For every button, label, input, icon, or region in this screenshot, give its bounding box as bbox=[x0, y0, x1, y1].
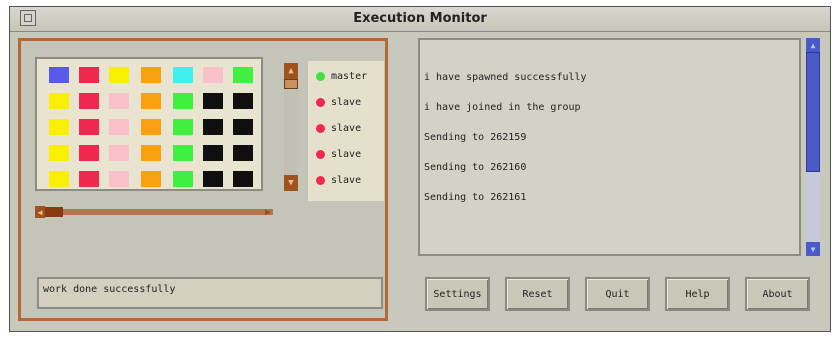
process-cell-black[interactable] bbox=[233, 145, 253, 161]
arrow-up-icon[interactable]: ▲ bbox=[284, 63, 298, 79]
process-cell-red[interactable] bbox=[79, 145, 99, 161]
status-message: work done successfully bbox=[37, 277, 383, 309]
process-cell-green[interactable] bbox=[173, 93, 193, 109]
log-line: i have joined in the group bbox=[424, 102, 581, 113]
status-dot-icon bbox=[316, 175, 325, 185]
grid-vertical-scrollbar[interactable]: ▲ ▼ bbox=[284, 63, 298, 191]
status-dot-icon bbox=[316, 149, 325, 159]
process-legend: master slave slave slave slave bbox=[308, 61, 384, 201]
legend-label: slave bbox=[331, 122, 362, 134]
process-cell-red[interactable] bbox=[79, 119, 99, 135]
grid-horizontal-scrollbar[interactable]: ◀ ▶ bbox=[35, 206, 273, 218]
process-cell-pink[interactable] bbox=[109, 145, 129, 161]
process-cell-pink[interactable] bbox=[109, 93, 129, 109]
process-cell-orange[interactable] bbox=[141, 119, 161, 135]
legend-label: slave bbox=[331, 96, 362, 108]
scroll-thumb[interactable] bbox=[45, 207, 63, 217]
arrow-right-icon[interactable]: ▶ bbox=[263, 206, 273, 218]
legend-item: slave bbox=[316, 173, 361, 187]
legend-item: slave bbox=[316, 121, 361, 135]
process-cell-green[interactable] bbox=[173, 145, 193, 161]
arrow-up-icon[interactable]: ▲ bbox=[806, 38, 820, 52]
help-button[interactable]: Help bbox=[665, 277, 730, 311]
quit-button[interactable]: Quit bbox=[585, 277, 650, 311]
scroll-thumb[interactable] bbox=[284, 79, 298, 89]
process-color-grid bbox=[35, 57, 263, 191]
legend-label: master bbox=[331, 70, 368, 82]
log-line: Sending to 262161 bbox=[424, 192, 527, 203]
process-cell-black[interactable] bbox=[203, 145, 223, 161]
process-cell-cyan[interactable] bbox=[173, 67, 193, 83]
log-vertical-scrollbar[interactable]: ▲ ▼ bbox=[806, 38, 820, 256]
window-title: Execution Monitor bbox=[353, 11, 487, 26]
process-cell-black[interactable] bbox=[233, 171, 253, 187]
status-dot-icon bbox=[316, 123, 325, 133]
process-cell-pink[interactable] bbox=[109, 171, 129, 187]
process-cell-red[interactable] bbox=[79, 171, 99, 187]
process-cell-orange[interactable] bbox=[141, 171, 161, 187]
scroll-thumb[interactable] bbox=[806, 52, 820, 172]
process-cell-yellow[interactable] bbox=[49, 119, 69, 135]
process-cell-black[interactable] bbox=[203, 171, 223, 187]
log-line: Sending to 262159 bbox=[424, 132, 527, 143]
title-bar[interactable]: Execution Monitor bbox=[10, 7, 830, 32]
process-cell-black[interactable] bbox=[203, 93, 223, 109]
process-cell-red[interactable] bbox=[79, 93, 99, 109]
status-dot-icon bbox=[316, 71, 325, 81]
message-log: i have spawned successfully i have joined… bbox=[418, 38, 801, 256]
process-cell-yellow[interactable] bbox=[49, 93, 69, 109]
process-cell-blue[interactable] bbox=[49, 67, 69, 83]
arrow-down-icon[interactable]: ▼ bbox=[806, 242, 820, 256]
log-line: Sending to 262160 bbox=[424, 162, 527, 173]
process-cell-yellow[interactable] bbox=[49, 145, 69, 161]
process-cell-orange[interactable] bbox=[141, 93, 161, 109]
legend-item: slave bbox=[316, 95, 361, 109]
settings-button[interactable]: Settings bbox=[425, 277, 490, 311]
process-cell-pink[interactable] bbox=[203, 67, 223, 83]
reset-button[interactable]: Reset bbox=[505, 277, 570, 311]
legend-label: slave bbox=[331, 148, 362, 160]
legend-item: master bbox=[316, 69, 367, 83]
process-cell-pink[interactable] bbox=[109, 119, 129, 135]
legend-item: slave bbox=[316, 147, 361, 161]
process-cell-black[interactable] bbox=[203, 119, 223, 135]
process-panel: ▲ ▼ ◀ ▶ master slave slave slave slave work … bbox=[18, 38, 388, 321]
process-cell-green[interactable] bbox=[233, 67, 253, 83]
process-cell-orange[interactable] bbox=[141, 67, 161, 83]
process-cell-green[interactable] bbox=[173, 119, 193, 135]
process-cell-black[interactable] bbox=[233, 93, 253, 109]
process-cell-yellow[interactable] bbox=[109, 67, 129, 83]
process-cell-yellow[interactable] bbox=[49, 171, 69, 187]
scroll-track[interactable] bbox=[35, 209, 273, 215]
arrow-left-icon[interactable]: ◀ bbox=[35, 206, 45, 218]
process-cell-orange[interactable] bbox=[141, 145, 161, 161]
process-cell-red[interactable] bbox=[79, 67, 99, 83]
legend-label: slave bbox=[331, 174, 362, 186]
status-dot-icon bbox=[316, 97, 325, 107]
process-cell-green[interactable] bbox=[173, 171, 193, 187]
about-button[interactable]: About bbox=[745, 277, 810, 311]
process-cell-black[interactable] bbox=[233, 119, 253, 135]
arrow-down-icon[interactable]: ▼ bbox=[284, 175, 298, 191]
log-line: i have spawned successfully bbox=[424, 72, 587, 83]
